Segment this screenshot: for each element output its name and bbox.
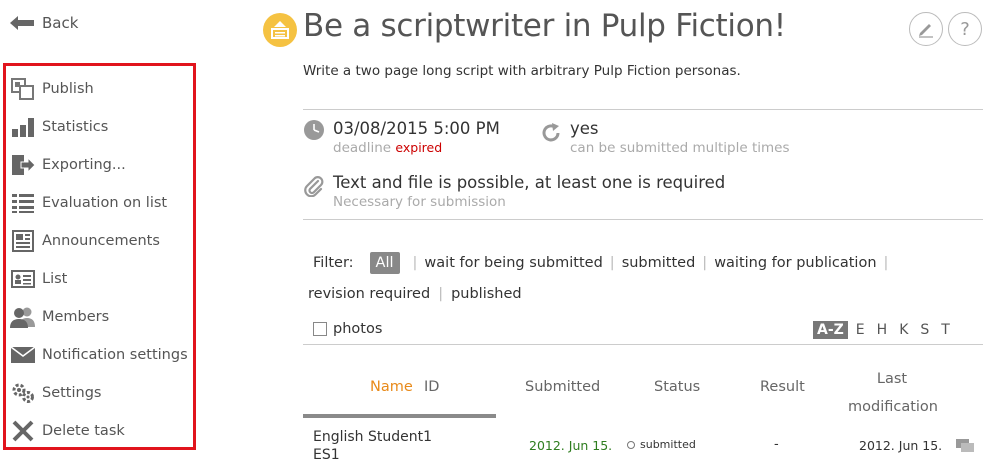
column-header-result[interactable]: Result [760,379,805,395]
column-header-last-modification[interactable]: Last modification [848,365,938,421]
sidebar-item-members[interactable]: Members [6,298,193,336]
help-button[interactable]: ? [948,12,982,46]
deadline-block: 03/08/2015 5:00 PM deadline expired [333,119,500,156]
filter-label: Filter: [313,255,354,271]
deadline-status: expired [395,140,443,155]
submission-type-value: Text and file is possible, at least one … [333,173,726,192]
photos-toggle[interactable]: photos [313,321,382,337]
task-actions-sidebar: Publish Statistics Exporting... Evaluati… [3,63,196,450]
divider [303,109,983,110]
sidebar-item-label: Members [42,309,110,325]
sidebar-item-label: Settings [42,385,102,401]
sidebar-item-notification-settings[interactable]: Notification settings [6,336,193,374]
arrow-left-icon [10,16,34,30]
back-button[interactable]: Back [10,14,78,32]
submission-type-block: Text and file is possible, at least one … [333,173,725,210]
sidebar-item-label: Announcements [42,233,160,249]
divider [303,344,983,345]
status-badge: submitted [640,438,696,451]
alpha-s[interactable]: S [920,322,929,338]
announcements-icon [10,229,36,253]
task-description: Write a two page long script with arbitr… [303,63,741,79]
status-filter-row-2: revision required | published [308,286,522,302]
alpha-h[interactable]: H [877,322,888,338]
column-header-id[interactable]: ID [424,379,439,395]
gears-icon [10,381,36,405]
deadline-label: deadline [333,140,392,156]
deadline-value: 03/08/2015 5:00 PM [333,119,500,138]
alpha-az[interactable]: A-Z [813,321,848,339]
photos-label: photos [333,321,383,337]
photos-checkbox[interactable] [313,322,327,336]
sidebar-item-settings[interactable]: Settings [6,374,193,412]
sidebar-item-label: Evaluation on list [42,195,168,211]
page-title: Be a scriptwriter in Pulp Fiction! [303,8,786,44]
sidebar-item-label: Exporting... [42,157,126,173]
submitted-date: 2012. Jun 15. [529,438,613,453]
paperclip-icon [303,175,325,201]
back-label: Back [42,14,79,32]
question-icon: ? [960,18,970,40]
sidebar-item-list[interactable]: List [6,260,193,298]
envelope-icon [10,343,36,367]
student-id: ES1 [313,447,340,463]
column-header-status[interactable]: Status [654,379,700,395]
alpha-t[interactable]: T [941,322,950,338]
alpha-e[interactable]: E [856,322,865,338]
statistics-icon [10,115,36,139]
status-filter: Filter: All | wait for being submitted |… [313,252,895,274]
sidebar-item-announcements[interactable]: Announcements [6,222,193,260]
publish-icon [10,77,36,101]
status-circle-icon [627,440,635,449]
task-upload-icon [263,13,297,47]
sidebar-item-label: List [42,271,68,287]
sidebar-item-label: Publish [42,81,94,97]
filter-revision-required[interactable]: revision required [308,286,430,302]
multiple-submission-block: yes can be submitted multiple times [570,119,789,156]
sidebar-item-evaluation-on-list[interactable]: Evaluation on list [6,184,193,222]
multiple-label: can be submitted multiple times [570,140,790,156]
deadline-clock-icon [303,119,325,145]
sidebar-item-label: Statistics [42,119,109,135]
sidebar-item-label: Delete task [42,423,125,439]
result-value: - [774,437,779,452]
edit-button[interactable] [909,12,943,46]
submission-type-label: Necessary for submission [333,194,506,210]
filter-wait-for-submission[interactable]: wait for being submitted [424,255,602,271]
id-card-icon [10,267,36,291]
sidebar-item-statistics[interactable]: Statistics [6,108,193,146]
export-icon [10,153,36,177]
comment-icon[interactable] [956,438,974,457]
divider [303,219,983,220]
alphabet-filter: A-Z E H K S T [813,321,962,339]
filter-published[interactable]: published [451,286,522,302]
sidebar-item-label: Notification settings [42,347,188,363]
filter-all[interactable]: All [369,252,400,274]
student-name[interactable]: English Student1 [313,428,432,446]
column-header-submitted[interactable]: Submitted [525,379,600,395]
filter-waiting-for-publication[interactable]: waiting for publication [714,255,876,271]
sidebar-item-publish[interactable]: Publish [6,70,193,108]
sidebar-item-delete-task[interactable]: Delete task [6,412,193,450]
alpha-k[interactable]: K [899,322,908,338]
refresh-icon [540,122,562,148]
filter-submitted[interactable]: submitted [622,255,696,271]
sidebar-item-exporting[interactable]: Exporting... [6,146,193,184]
members-icon [10,305,36,329]
last-modification-date: 2012. Jun 15. [859,438,943,453]
table-row[interactable]: English Student1 ES1 2012. Jun 15. submi… [303,418,983,465]
list-evaluation-icon [10,191,36,215]
pencil-icon [919,24,933,38]
delete-x-icon [10,419,36,443]
multiple-value: yes [570,119,599,138]
column-header-name[interactable]: Name [370,379,413,395]
